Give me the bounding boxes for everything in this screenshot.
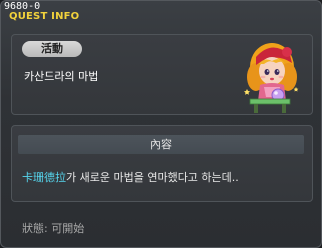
quest-info-window: 9680-0 QUEST INFO 活動 카산드라의 마법 內容 卡珊德拉가 새… (0, 0, 322, 248)
quest-name: 카산드라의 마법 (24, 70, 99, 83)
npc-name-highlight: 卡珊德拉 (22, 171, 66, 184)
quest-status: 狀態: 可開始 (22, 222, 85, 235)
quest-content-panel: 內容 卡珊德拉가 새로운 마법을 연마했다고 하는데.. (11, 125, 313, 202)
quest-description: 卡珊德拉가 새로운 마법을 연마했다고 하는데.. (22, 169, 239, 185)
content-section-header: 內容 (18, 135, 304, 154)
fortune-teller-npc-icon (244, 43, 299, 113)
quest-summary-panel: 活動 카산드라의 마법 (11, 34, 313, 115)
window-title: QUEST INFO (9, 11, 80, 22)
quest-category-tag: 活動 (22, 41, 82, 57)
quest-description-text: 가 새로운 마법을 연마했다고 하는데.. (66, 171, 239, 184)
